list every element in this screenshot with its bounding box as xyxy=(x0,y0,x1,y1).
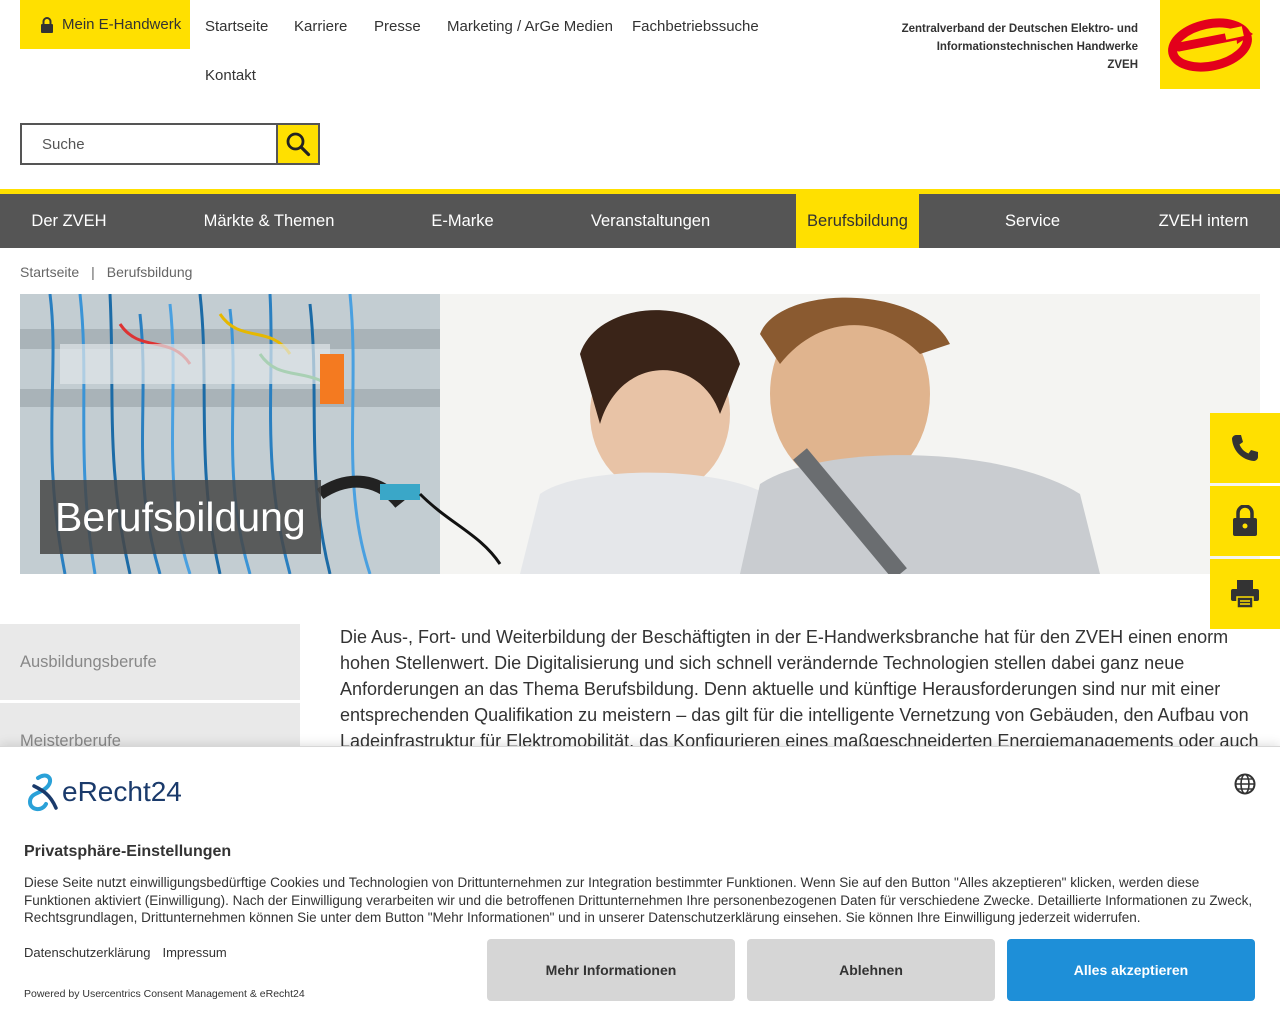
privacy-policy-link[interactable]: Datenschutzerklärung xyxy=(24,945,150,960)
search-button[interactable] xyxy=(276,125,318,163)
language-selector[interactable] xyxy=(1234,773,1256,800)
lock-icon xyxy=(1233,505,1257,536)
mein-e-handwerk-label: Mein E-Handwerk xyxy=(62,16,182,33)
search-icon xyxy=(286,132,311,157)
mein-e-handwerk-button[interactable]: Mein E-Handwerk xyxy=(20,0,190,49)
mainnav-service[interactable]: Service xyxy=(996,194,1069,248)
print-widget[interactable] xyxy=(1210,559,1280,629)
search-input[interactable] xyxy=(22,125,276,163)
more-info-button[interactable]: Mehr Informationen xyxy=(487,939,735,1001)
topnav-marketing[interactable]: Marketing / ArGe Medien xyxy=(447,18,613,35)
topnav-startseite[interactable]: Startseite xyxy=(205,18,268,35)
intro-paragraph: Die Aus-, Fort- und Weiterbildung der Be… xyxy=(340,627,1259,751)
erecht24-logo-icon xyxy=(27,773,58,811)
mainnav-e-marke[interactable]: E-Marke xyxy=(420,194,505,248)
breadcrumb-separator: | xyxy=(91,264,95,280)
powered-by-text: Powered by Usercentrics Consent Manageme… xyxy=(24,988,305,1000)
zveh-logo[interactable] xyxy=(1160,0,1260,89)
printer-icon xyxy=(1231,580,1259,609)
mainnav-veranstaltungen[interactable]: Veranstaltungen xyxy=(583,194,718,248)
mainnav-der-zveh[interactable]: Der ZVEH xyxy=(20,194,118,248)
mainnav-maerkte-themen[interactable]: Märkte & Themen xyxy=(195,194,343,248)
topnav-presse[interactable]: Presse xyxy=(374,18,421,35)
phone-icon xyxy=(1232,435,1258,461)
consent-description: Diese Seite nutzt einwilligungsbedürftig… xyxy=(24,875,1253,925)
search-form xyxy=(20,123,320,165)
accept-all-button[interactable]: Alles akzeptieren xyxy=(1007,939,1255,1001)
main-navigation: Der ZVEH Märkte & Themen E-Marke Veranst… xyxy=(0,194,1280,248)
mainnav-berufsbildung[interactable]: Berufsbildung xyxy=(796,194,919,248)
consent-links: Datenschutzerklärung Impressum xyxy=(24,945,227,960)
erecht24-logo: eRecht24 xyxy=(24,772,182,812)
breadcrumb: Startseite | Berufsbildung xyxy=(20,264,192,280)
breadcrumb-current: Berufsbildung xyxy=(106,264,193,280)
mainnav-zveh-intern[interactable]: ZVEH intern xyxy=(1147,194,1260,248)
phone-widget[interactable] xyxy=(1210,413,1280,483)
imprint-link[interactable]: Impressum xyxy=(162,945,226,960)
consent-title: Privatsphäre-Einstellungen xyxy=(24,843,232,860)
topnav-karriere[interactable]: Karriere xyxy=(294,18,347,35)
erecht24-brand: eRecht24 xyxy=(62,776,182,807)
topnav-fachbetriebssuche[interactable]: Fachbetriebssuche xyxy=(632,18,759,35)
sidebar-item-ausbildungsberufe[interactable]: Ausbildungsberufe xyxy=(0,624,300,700)
login-widget[interactable] xyxy=(1210,486,1280,556)
cookie-consent-banner: eRecht24 Privatsphäre-Einstellungen Dies… xyxy=(0,746,1280,1024)
topnav-kontakt[interactable]: Kontakt xyxy=(205,67,256,84)
e-marke-logo-icon xyxy=(1168,17,1253,72)
breadcrumb-home[interactable]: Startseite xyxy=(20,264,79,280)
organization-name: Zentralverband der Deutschen Elektro- un… xyxy=(901,23,1138,71)
reject-button[interactable]: Ablehnen xyxy=(747,939,995,1001)
globe-icon xyxy=(1234,773,1256,795)
lock-icon xyxy=(41,16,53,33)
page-title: Berufsbildung xyxy=(40,480,321,554)
